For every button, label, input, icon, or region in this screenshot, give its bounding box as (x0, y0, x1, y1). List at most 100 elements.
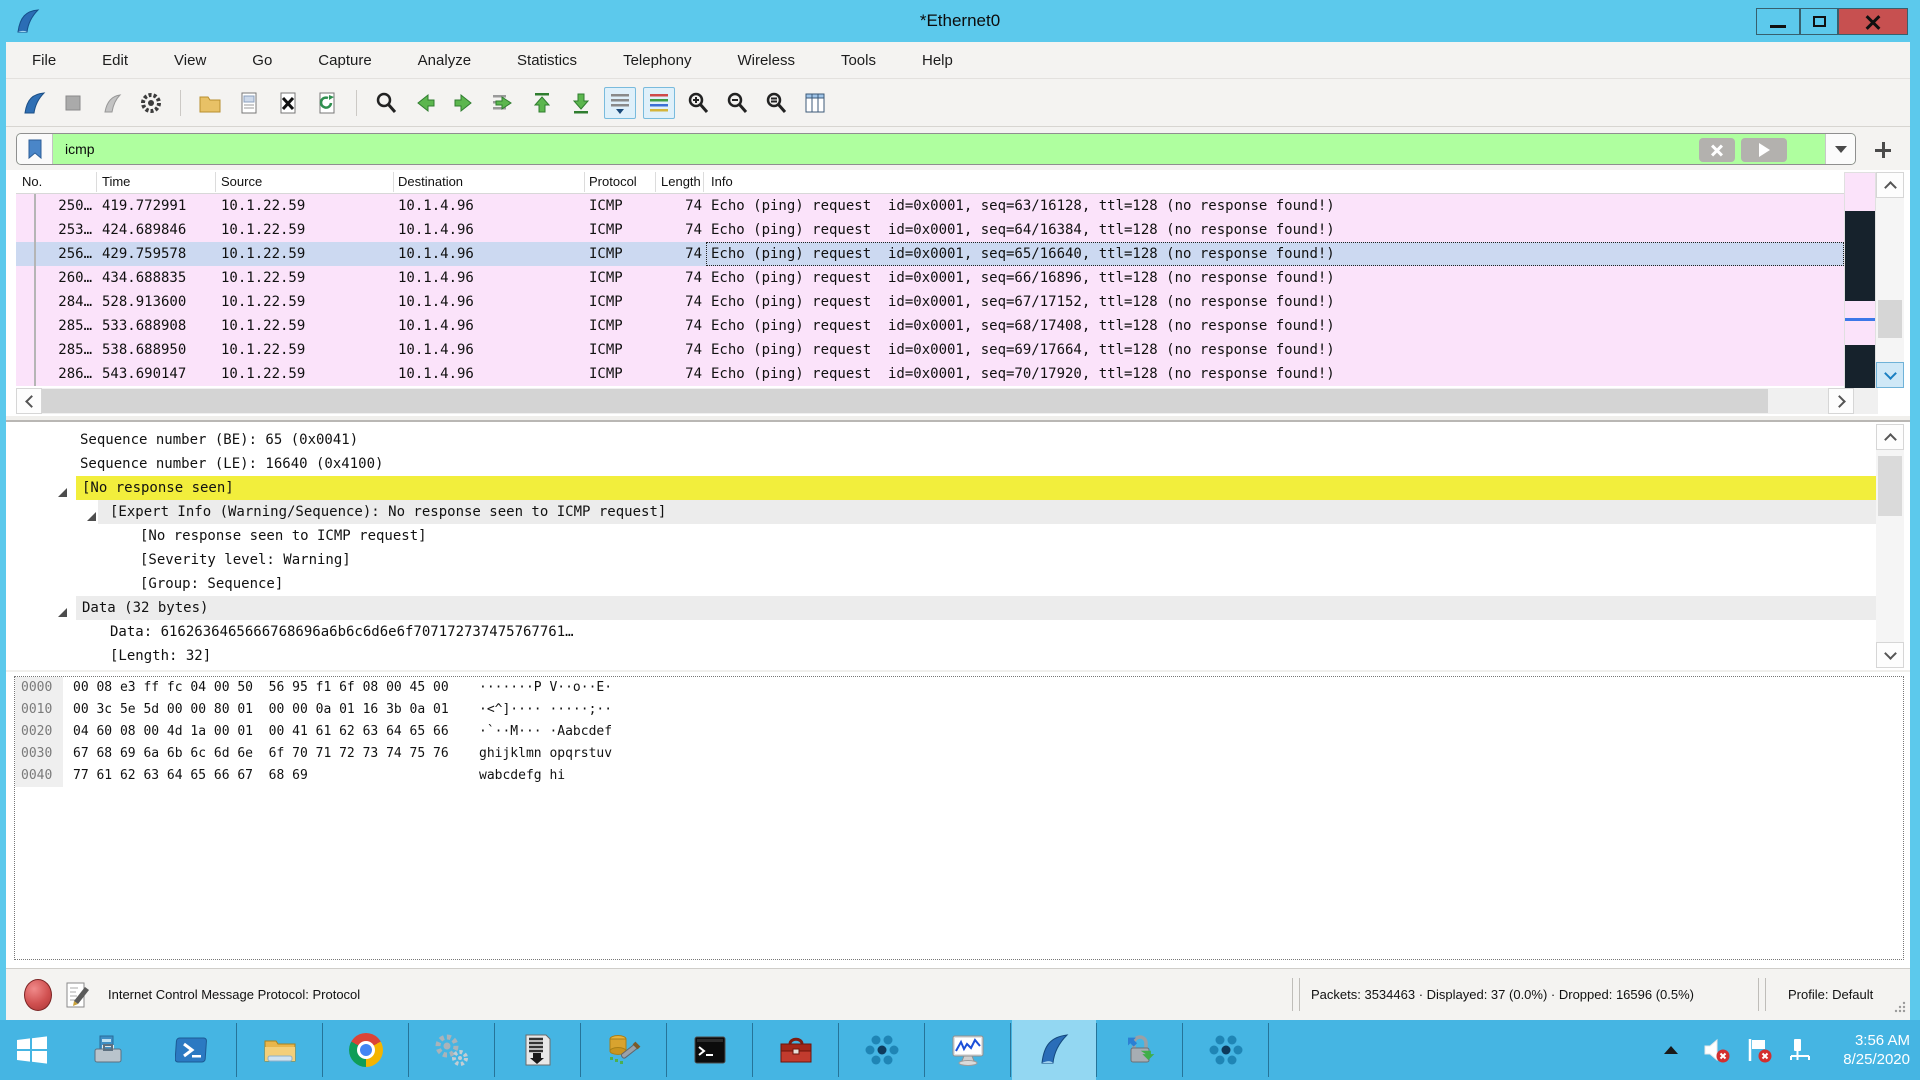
detail-line-no-response[interactable]: [No response seen] (6, 476, 1876, 500)
packet-row[interactable]: 253…424.68984610.1.22.5910.1.4.96ICMP74E… (16, 218, 1844, 242)
resize-columns-button[interactable] (799, 87, 831, 119)
save-file-button[interactable] (233, 87, 265, 119)
zoom-original-button[interactable] (760, 87, 792, 119)
details-vscrollbar[interactable] (1876, 424, 1904, 668)
filter-clear-button[interactable] (1699, 138, 1735, 162)
menu-file[interactable]: File (26, 49, 62, 72)
col-source[interactable]: Source (221, 170, 262, 194)
scroll-up-button[interactable] (1876, 424, 1904, 450)
scroll-left-button[interactable] (16, 388, 42, 414)
detail-line[interactable]: Data: 6162636465666768696a6b6c6d6e6f7071… (6, 620, 1876, 644)
reload-file-button[interactable] (311, 87, 343, 119)
taskbar-setup-document[interactable] (496, 1020, 580, 1080)
detail-line[interactable]: [Length: 32] (6, 644, 1876, 668)
capture-comment-button[interactable] (64, 979, 92, 1014)
go-back-button[interactable] (409, 87, 441, 119)
col-destination[interactable]: Destination (398, 170, 463, 194)
colorize-packets-button[interactable] (643, 87, 675, 119)
menu-view[interactable]: View (168, 49, 212, 72)
col-time[interactable]: Time (102, 170, 130, 194)
close-button[interactable] (1838, 8, 1908, 35)
tray-clock[interactable]: 3:56 AM 8/25/2020 (1843, 1020, 1914, 1080)
detail-line-data[interactable]: Data (32 bytes) (6, 596, 1876, 620)
taskbar-database-tools[interactable] (582, 1020, 666, 1080)
open-file-button[interactable] (194, 87, 226, 119)
taskbar-performance-monitor[interactable] (926, 1020, 1010, 1080)
menu-tools[interactable]: Tools (835, 49, 882, 72)
hex-row[interactable]: 004077 61 62 63 64 65 66 67 68 69wabcdef… (15, 765, 1903, 787)
auto-scroll-button[interactable] (604, 87, 636, 119)
tray-show-hidden-button[interactable] (1652, 1020, 1690, 1080)
hex-row[interactable]: 003067 68 69 6a 6b 6c 6d 6e 6f 70 71 72 … (15, 743, 1903, 765)
packet-list-hscrollbar[interactable] (16, 388, 1878, 414)
menu-capture[interactable]: Capture (312, 49, 377, 72)
restart-capture-button[interactable] (96, 87, 128, 119)
filter-dropdown-button[interactable] (1825, 134, 1855, 164)
scroll-thumb[interactable] (42, 389, 1768, 413)
packet-row-selected[interactable]: 256…429.75957810.1.22.5910.1.4.96ICMP74E… (16, 242, 1844, 266)
col-no[interactable]: No. (22, 170, 42, 194)
packet-row[interactable]: 284…528.91360010.1.22.5910.1.4.96ICMP74E… (16, 290, 1844, 314)
go-forward-button[interactable] (448, 87, 480, 119)
detail-line[interactable]: Sequence number (LE): 16640 (0x4100) (6, 452, 1876, 476)
zoom-in-button[interactable] (682, 87, 714, 119)
tray-volume-muted-icon[interactable] (1698, 1020, 1736, 1080)
menu-go[interactable]: Go (246, 49, 278, 72)
scroll-thumb[interactable] (1878, 456, 1902, 516)
detail-line[interactable]: Sequence number (BE): 65 (0x0041) (6, 428, 1876, 452)
packet-row[interactable]: 260…434.68883510.1.22.5910.1.4.96ICMP74E… (16, 266, 1844, 290)
packet-row[interactable]: 250…419.77299110.1.22.5910.1.4.96ICMP74E… (16, 194, 1844, 218)
packet-list-minimap[interactable] (1844, 172, 1876, 388)
status-profile[interactable]: Profile: Default (1788, 969, 1873, 1021)
stop-capture-button[interactable] (57, 87, 89, 119)
scroll-down-button[interactable] (1876, 642, 1904, 668)
packet-row[interactable]: 285…538.68895010.1.22.5910.1.4.96ICMP74E… (16, 338, 1844, 362)
expert-info-button[interactable] (24, 979, 52, 1011)
scroll-down-button[interactable] (1876, 362, 1904, 388)
zoom-out-button[interactable] (721, 87, 753, 119)
taskbar-chrome[interactable] (324, 1020, 408, 1080)
scroll-thumb[interactable] (1878, 300, 1902, 338)
filter-apply-button[interactable] (1741, 138, 1787, 162)
scroll-up-button[interactable] (1876, 172, 1904, 198)
detail-line[interactable]: [Severity level: Warning] (6, 548, 1876, 572)
hex-row[interactable]: 001000 3c 5e 5d 00 00 80 01 00 00 0a 01 … (15, 699, 1903, 721)
hex-row[interactable]: 002004 60 08 00 4d 1a 00 01 00 41 61 62 … (15, 721, 1903, 743)
taskbar-powershell[interactable] (150, 1020, 234, 1080)
tray-network-icon[interactable] (1782, 1020, 1820, 1080)
menu-edit[interactable]: Edit (96, 49, 134, 72)
taskbar-sync-lock[interactable] (1098, 1020, 1182, 1080)
byte-view[interactable]: 000000 08 e3 ff fc 04 00 50 56 95 f1 6f … (14, 676, 1904, 960)
taskbar-app-dots[interactable] (840, 1020, 924, 1080)
detail-line[interactable]: [Group: Sequence] (6, 572, 1876, 596)
display-filter-input[interactable]: icmp (16, 133, 1856, 165)
minimize-button[interactable] (1756, 8, 1800, 35)
find-packet-button[interactable] (370, 87, 402, 119)
packet-row[interactable]: 285…533.68890810.1.22.5910.1.4.96ICMP74E… (16, 314, 1844, 338)
resize-grip[interactable] (1892, 999, 1906, 1016)
taskbar-command-prompt[interactable] (668, 1020, 752, 1080)
taskbar-server-manager[interactable] (66, 1020, 150, 1080)
filter-bookmark-icon[interactable] (17, 134, 53, 164)
tray-action-center-flag-icon[interactable] (1740, 1020, 1778, 1080)
packet-row[interactable]: 286…543.69014710.1.22.5910.1.4.96ICMP74E… (16, 362, 1844, 386)
capture-options-button[interactable] (135, 87, 167, 119)
maximize-button[interactable] (1800, 8, 1838, 35)
taskbar-settings-gears[interactable] (410, 1020, 494, 1080)
col-protocol[interactable]: Protocol (589, 170, 637, 194)
detail-line[interactable]: [No response seen to ICMP request] (6, 524, 1876, 548)
menu-statistics[interactable]: Statistics (511, 49, 583, 72)
scroll-right-button[interactable] (1828, 388, 1854, 414)
col-length[interactable]: Length (661, 170, 701, 194)
go-to-packet-button[interactable] (487, 87, 519, 119)
detail-line-expert-info[interactable]: [Expert Info (Warning/Sequence): No resp… (6, 500, 1876, 524)
menu-help[interactable]: Help (916, 49, 959, 72)
menu-wireless[interactable]: Wireless (731, 49, 801, 72)
taskbar-wireshark-active[interactable] (1012, 1020, 1096, 1080)
taskbar-app-dots-2[interactable] (1184, 1020, 1268, 1080)
menu-telephony[interactable]: Telephony (617, 49, 697, 72)
col-info[interactable]: Info (711, 170, 733, 194)
start-capture-button[interactable] (18, 87, 50, 119)
hex-row[interactable]: 000000 08 e3 ff fc 04 00 50 56 95 f1 6f … (15, 677, 1903, 699)
menu-analyze[interactable]: Analyze (412, 49, 477, 72)
